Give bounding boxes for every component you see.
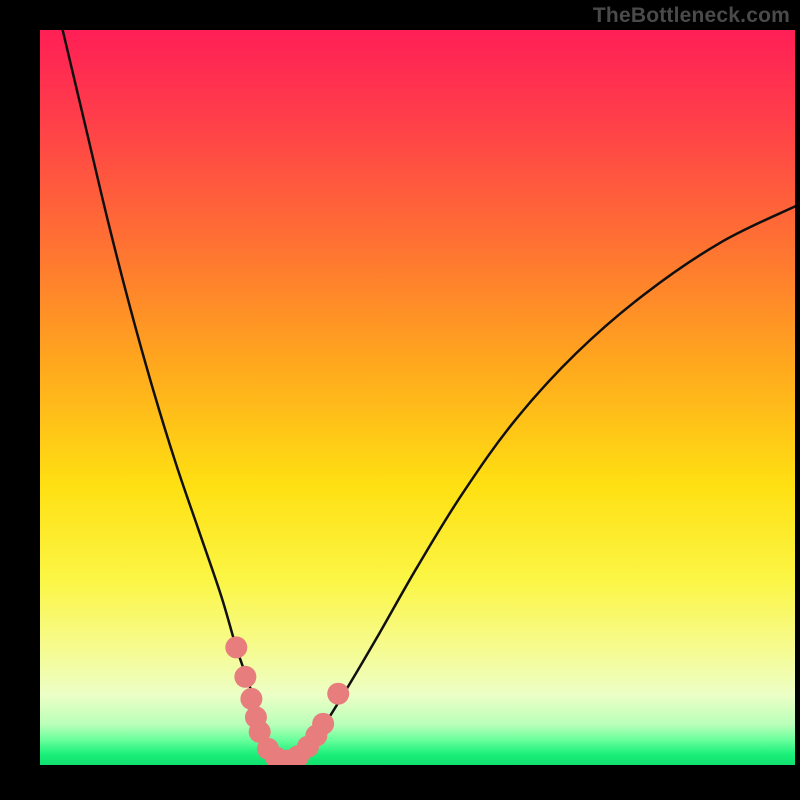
highlight-dot bbox=[240, 688, 262, 710]
highlight-dot bbox=[312, 713, 334, 735]
highlight-dot bbox=[234, 666, 256, 688]
chart-stage: TheBottleneck.com bbox=[0, 0, 800, 800]
watermark-text: TheBottleneck.com bbox=[593, 4, 790, 28]
highlight-dots bbox=[225, 636, 349, 765]
highlight-dot bbox=[225, 636, 247, 658]
highlight-dot bbox=[327, 683, 349, 705]
plot-area bbox=[40, 30, 795, 765]
dots-layer bbox=[40, 30, 795, 765]
